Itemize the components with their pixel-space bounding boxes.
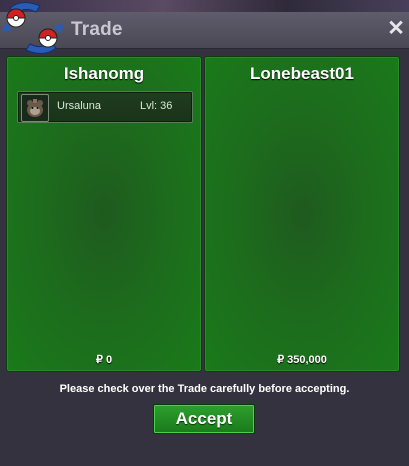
accept-button[interactable]: Accept (153, 404, 255, 434)
player-name-left: Ishanomg (63, 64, 145, 83)
trade-panel-right: Lonebeast01 ₽ 350,000 (204, 56, 400, 372)
money-offer-right: ₽ 350,000 (277, 354, 327, 366)
pokemon-name: Ursaluna (57, 100, 102, 112)
ursaluna-sprite-icon (21, 94, 49, 122)
close-icon[interactable]: ✕ (386, 18, 406, 40)
window-title: Trade (71, 19, 123, 40)
pokemon-slot[interactable]: Ursaluna Lvl: 36 (17, 91, 193, 123)
pokeball-swap-logo (2, 2, 64, 54)
trade-panel-left: Ishanomg Ursaluna Lvl: 36 ₽ 0 (6, 56, 202, 372)
player-name-right: Lonebeast01 (250, 64, 354, 83)
pokemon-level: Lvl: 36 (140, 100, 173, 112)
money-offer-left: ₽ 0 (95, 354, 113, 366)
trade-notice: Please check over the Trade carefully be… (59, 383, 350, 395)
